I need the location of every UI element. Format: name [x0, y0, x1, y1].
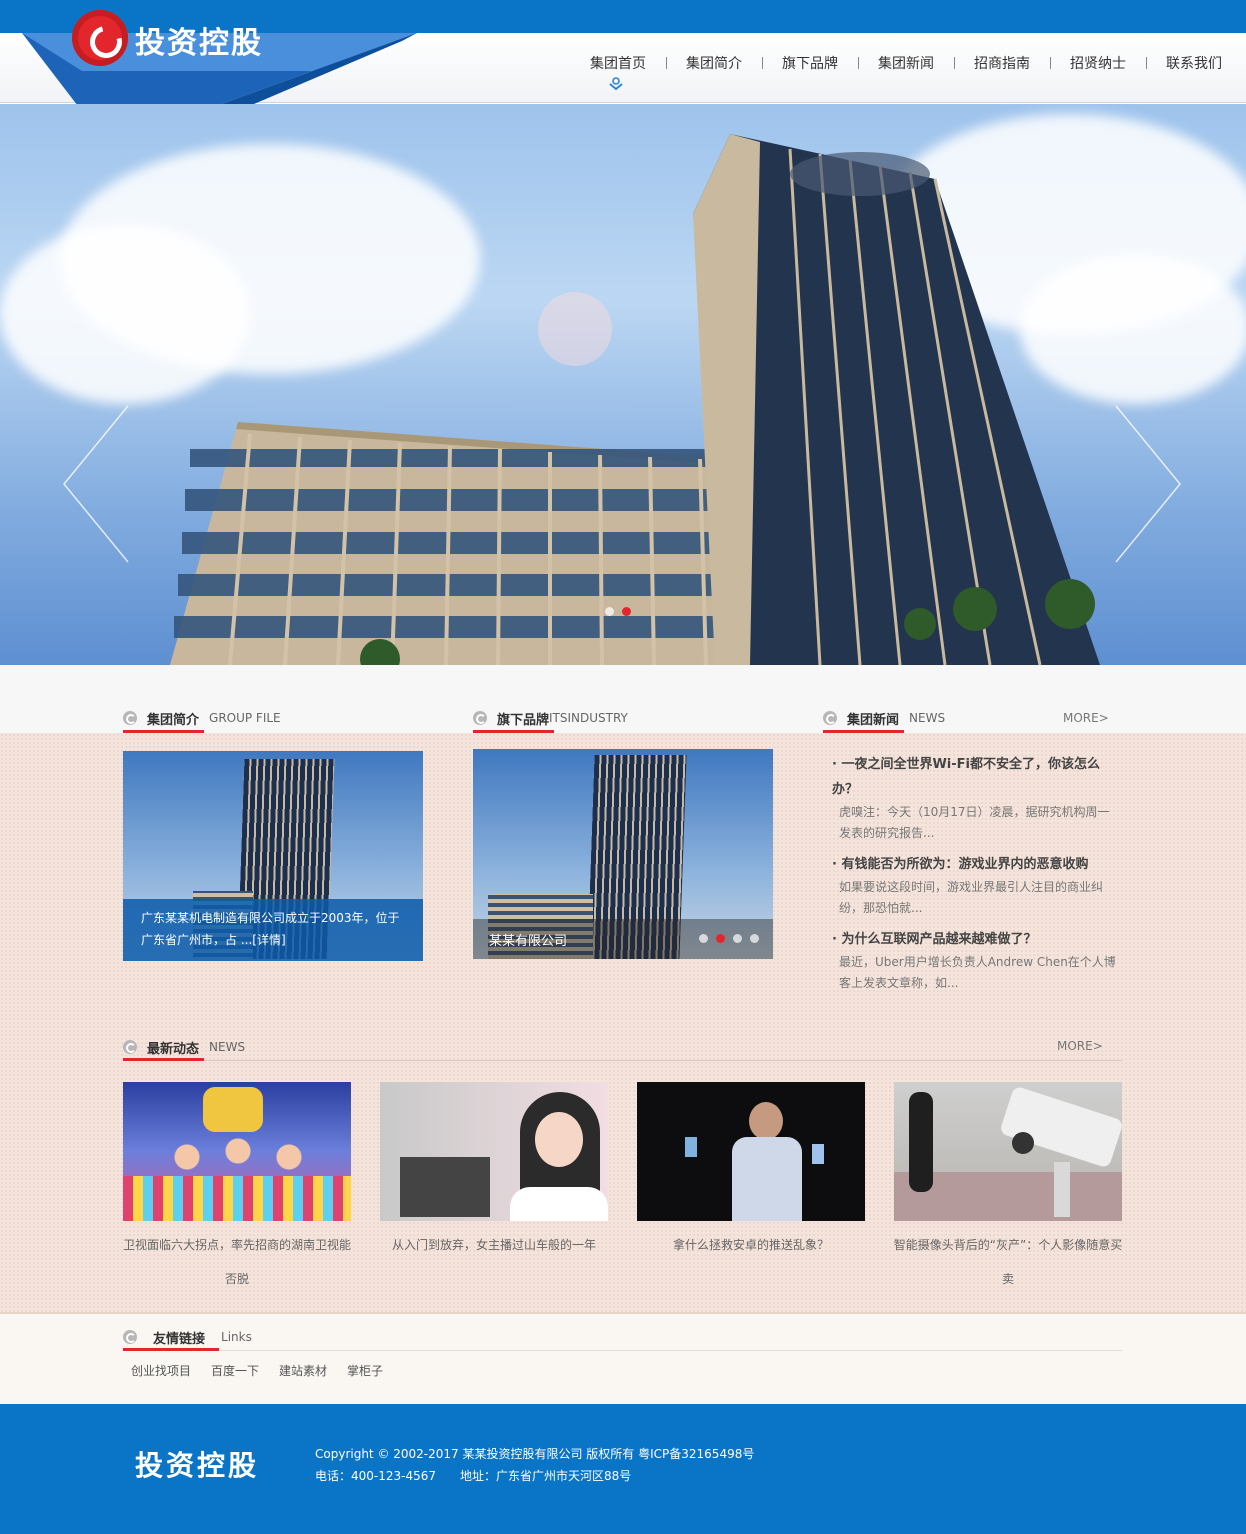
section-icon [123, 711, 137, 725]
latest-subtitle: NEWS [209, 1040, 246, 1054]
footer-copyright: Copyright © 2002-2017 某某投资控股有限公司 版权所有 粤I… [315, 1447, 755, 1461]
brands-heading: 旗下品牌 ITSINDUSTRY [473, 707, 628, 729]
news-summary: 虎嗅注：今天（10月17日）凌晨，据研究机构周一发表的研究报告... [839, 805, 1110, 840]
list-item[interactable]: · 为什么互联网产品越来越难做了？ 最近，Uber用户增长负责人Andrew C… [832, 927, 1117, 994]
latest-more-link[interactable]: MORE> [1057, 1039, 1103, 1053]
latest-thumb-1[interactable] [123, 1082, 351, 1221]
intro-title: 集团简介 [147, 712, 200, 728]
nav-news[interactable]: 集团新闻 [858, 53, 954, 73]
banner-dot-2[interactable] [622, 607, 631, 616]
nav-careers[interactable]: 招贤纳士 [1050, 53, 1146, 73]
brands-underline [473, 730, 554, 733]
latest-caption-1[interactable]: 卫视面临六大拐点，率先招商的湖南卫视能否脱 [121, 1228, 353, 1296]
latest-caption-3[interactable]: 拿什么拯救安卓的推送乱象？ [635, 1228, 867, 1262]
logo-icon[interactable] [72, 10, 128, 66]
latest-heading: 最新动态 NEWS [123, 1036, 245, 1058]
brands-dot-4[interactable] [750, 934, 759, 943]
list-item[interactable]: · 一夜之间全世界Wi-Fi都不安全了，你该怎么办？ 虎嗅注：今天（10月17日… [832, 752, 1117, 844]
news-summary: 如果要说这段时间，游戏业界最引人注目的商业纠纷，那恐怕就... [839, 880, 1104, 915]
nav-about[interactable]: 集团简介 [666, 53, 762, 73]
news-title[interactable]: · 为什么互联网产品越来越难做了？ [832, 927, 1117, 952]
footer-contact: 电话：400-123-4567 地址：广东省广州市天河区88号 [315, 1469, 632, 1483]
links-underline [123, 1348, 219, 1351]
brands-dot-1[interactable] [699, 934, 708, 943]
brands-subtitle: ITSINDUSTRY [549, 711, 628, 725]
banner-dot-1[interactable] [605, 607, 614, 616]
friend-links: 创业找项目 百度一下 建站素材 掌柜子 [131, 1362, 383, 1379]
latest-divider [204, 1060, 1122, 1061]
section-icon [123, 1040, 137, 1054]
latest-title: 最新动态 [147, 1041, 200, 1057]
friend-link-2[interactable]: 百度一下 [211, 1362, 259, 1379]
intro-photo[interactable]: 广东某某机电制造有限公司成立于2003年，位于广东省广州市，占 ...[详情] [123, 751, 423, 961]
news-title[interactable]: · 一夜之间全世界Wi-Fi都不安全了，你该怎么办？ [832, 752, 1117, 802]
section-icon [473, 711, 487, 725]
banner-next-arrow-icon[interactable] [1114, 404, 1184, 564]
logo-text[interactable]: 投资控股 [135, 18, 263, 62]
footer-logo: 投资控股 [135, 1449, 260, 1482]
intro-underline [123, 730, 204, 733]
links-subtitle: Links [221, 1330, 252, 1344]
section-icon [823, 711, 837, 725]
group-news-heading: 集团新闻 NEWS [823, 707, 945, 729]
latest-thumb-2[interactable] [380, 1082, 608, 1221]
group-news-list: · 一夜之间全世界Wi-Fi都不安全了，你该怎么办？ 虎嗅注：今天（10月17日… [832, 752, 1117, 1002]
brands-title: 旗下品牌 [497, 712, 550, 728]
group-news-title: 集团新闻 [847, 712, 900, 728]
banner-pagination [605, 607, 631, 616]
buildings-illustration [170, 134, 1100, 665]
links-heading: 友情链接 Links [123, 1326, 252, 1348]
nav-brands[interactable]: 旗下品牌 [762, 53, 858, 73]
brands-photo[interactable]: 某某有限公司 [473, 749, 773, 959]
nav-investment[interactable]: 招商指南 [954, 53, 1050, 73]
nav-contact[interactable]: 联系我们 [1146, 53, 1242, 73]
brands-pagination [699, 934, 759, 943]
group-news-subtitle: NEWS [909, 711, 946, 725]
main-nav: 集团首页 集团简介 旗下品牌 集团新闻 招商指南 招贤纳士 联系我们 [570, 53, 1242, 73]
brands-dot-2[interactable] [716, 934, 725, 943]
latest-caption-2[interactable]: 从入门到放弃，女主播过山车般的一年 [378, 1228, 610, 1262]
brands-dot-3[interactable] [733, 934, 742, 943]
news-title[interactable]: · 有钱能否为所欲为：游戏业界内的恶意收购 [832, 852, 1117, 877]
links-title: 友情链接 [153, 1331, 206, 1347]
latest-thumb-4[interactable] [894, 1082, 1122, 1221]
latest-underline [123, 1058, 204, 1061]
group-news-underline [823, 730, 904, 733]
links-divider [219, 1350, 1122, 1351]
intro-heading: 集团简介 GROUP FILE [123, 707, 281, 729]
nav-active-arrow-icon [609, 77, 623, 91]
hero-banner [0, 104, 1246, 665]
group-news-more-link[interactable]: MORE> [1063, 711, 1109, 725]
list-item[interactable]: · 有钱能否为所欲为：游戏业界内的恶意收购 如果要说这段时间，游戏业界最引人注目… [832, 852, 1117, 919]
news-summary: 最近，Uber用户增长负责人Andrew Chen在个人博客上发表文章称，如..… [839, 955, 1116, 990]
banner-prev-arrow-icon[interactable] [60, 404, 130, 564]
intro-subtitle: GROUP FILE [209, 711, 281, 725]
friend-link-4[interactable]: 掌柜子 [347, 1362, 383, 1379]
latest-thumb-3[interactable] [637, 1082, 865, 1221]
intro-caption[interactable]: 广东某某机电制造有限公司成立于2003年，位于广东省广州市，占 ...[详情] [123, 899, 423, 961]
section-icon [123, 1330, 137, 1344]
friend-link-1[interactable]: 创业找项目 [131, 1362, 191, 1379]
latest-caption-4[interactable]: 智能摄像头背后的“灰产”：个人影像随意买卖 [892, 1228, 1124, 1296]
nav-home[interactable]: 集团首页 [570, 53, 666, 73]
brands-caption[interactable]: 某某有限公司 [489, 930, 567, 949]
friend-link-3[interactable]: 建站素材 [279, 1362, 327, 1379]
